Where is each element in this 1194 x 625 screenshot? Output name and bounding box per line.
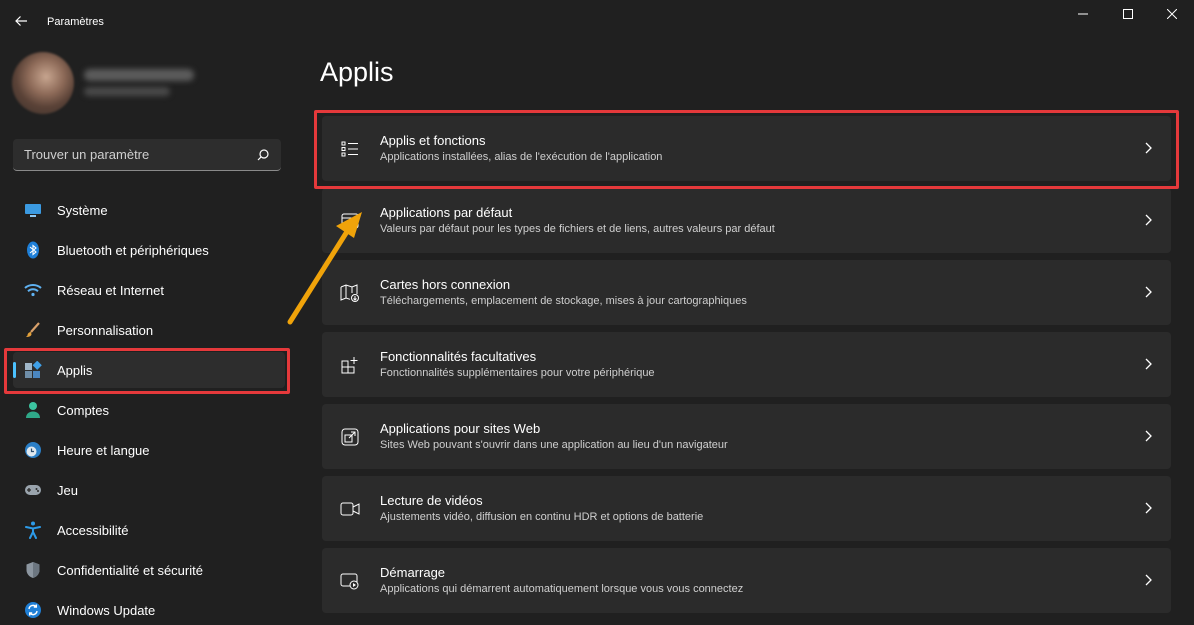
title-bar: Paramètres: [0, 0, 1194, 44]
sidebar-item-systeme[interactable]: Système: [13, 192, 285, 228]
search-icon[interactable]: [255, 147, 271, 163]
sidebar-item-label: Confidentialité et sécurité: [57, 563, 203, 578]
card-title: Démarrage: [380, 565, 446, 580]
card-lecture-de-videos[interactable]: Lecture de vidéos Ajustements vidéo, dif…: [322, 476, 1171, 541]
bluetooth-icon: [24, 241, 42, 259]
monitor-icon: [24, 201, 42, 219]
add-grid-icon: [339, 354, 361, 376]
sidebar-item-heure-langue[interactable]: Heure et langue: [13, 432, 285, 468]
sidebar-item-label: Réseau et Internet: [57, 283, 164, 298]
video-icon: [339, 498, 361, 520]
sidebar-item-label: Accessibilité: [57, 523, 129, 538]
shield-icon: [24, 561, 42, 579]
map-download-icon: [339, 282, 361, 304]
avatar: [12, 52, 74, 114]
sidebar-item-label: Système: [57, 203, 108, 218]
chevron-right-icon: [1141, 213, 1155, 227]
card-subtitle: Applications qui démarrent automatiqueme…: [380, 583, 744, 595]
chevron-right-icon: [1141, 429, 1155, 443]
card-fonctionnalites-facultatives[interactable]: Fonctionnalités facultatives Fonctionnal…: [322, 332, 1171, 397]
accessibility-icon: [24, 521, 42, 539]
maximize-icon: [1123, 9, 1133, 19]
card-title: Applications par défaut: [380, 205, 513, 220]
startup-icon: [339, 570, 361, 592]
sidebar-item-bluetooth[interactable]: Bluetooth et périphériques: [13, 232, 285, 268]
card-subtitle: Valeurs par défaut pour les types de fic…: [380, 223, 775, 235]
page-title: Applis: [320, 57, 394, 87]
card-subtitle: Fonctionnalités supplémentaires pour vot…: [380, 367, 655, 379]
close-button[interactable]: [1162, 4, 1182, 24]
card-title: Fonctionnalités facultatives: [380, 349, 537, 364]
back-button[interactable]: [10, 10, 32, 32]
profile-email-blurred: [84, 87, 170, 96]
search-input[interactable]: [13, 139, 245, 170]
minimize-button[interactable]: [1073, 4, 1093, 24]
sidebar-item-label: Personnalisation: [57, 323, 154, 338]
person-icon: [24, 401, 42, 419]
card-title: Lecture de vidéos: [380, 493, 483, 508]
sidebar-item-reseau[interactable]: Réseau et Internet: [13, 272, 285, 308]
chevron-right-icon: [1141, 501, 1155, 515]
annotation-highlight-applis-et-fonctions: [314, 110, 1179, 189]
sidebar-item-accessibilite[interactable]: Accessibilité: [13, 512, 285, 548]
back-arrow-icon: [15, 16, 27, 26]
gamepad-icon: [24, 481, 42, 499]
card-title: Applications pour sites Web: [380, 421, 541, 436]
search-box[interactable]: [13, 139, 281, 171]
sidebar-item-label: Windows Update: [57, 603, 156, 618]
maximize-button[interactable]: [1118, 4, 1138, 24]
card-subtitle: Téléchargements, emplacement de stockage…: [380, 295, 747, 307]
card-applications-sites-web[interactable]: Applications pour sites Web Sites Web po…: [322, 404, 1171, 469]
card-subtitle: Ajustements vidéo, diffusion en continu …: [380, 511, 704, 523]
sidebar-item-label: Bluetooth et périphériques: [57, 243, 209, 258]
sidebar-item-label: Comptes: [57, 403, 110, 418]
chevron-right-icon: [1141, 285, 1155, 299]
card-applications-par-defaut[interactable]: Applications par défaut Valeurs par défa…: [322, 188, 1171, 253]
user-profile[interactable]: [12, 52, 292, 120]
card-title: Cartes hors connexion: [380, 277, 511, 292]
update-icon: [24, 601, 42, 619]
globe-clock-icon: [24, 441, 42, 459]
card-cartes-hors-connexion[interactable]: Cartes hors connexion Téléchargements, e…: [322, 260, 1171, 325]
sidebar-item-comptes[interactable]: Comptes: [13, 392, 285, 428]
profile-name-blurred: [84, 69, 194, 81]
sidebar-item-jeu[interactable]: Jeu: [13, 472, 285, 508]
sidebar-item-windows-update[interactable]: Windows Update: [13, 592, 285, 625]
sidebar-item-confidentialite[interactable]: Confidentialité et sécurité: [13, 552, 285, 588]
sidebar-item-label: Heure et langue: [57, 443, 150, 458]
open-in-app-icon: [339, 426, 361, 448]
card-subtitle: Sites Web pouvant s'ouvrir dans une appl…: [380, 439, 728, 451]
wifi-icon: [24, 281, 42, 299]
chevron-right-icon: [1141, 573, 1155, 587]
annotation-highlight-applis: [4, 348, 290, 394]
chevron-right-icon: [1141, 357, 1155, 371]
app-title: Paramètres: [47, 16, 104, 28]
sidebar-item-label: Jeu: [57, 483, 78, 498]
minimize-icon: [1078, 13, 1088, 15]
card-demarrage[interactable]: Démarrage Applications qui démarrent aut…: [322, 548, 1171, 613]
default-apps-icon: [339, 210, 361, 232]
brush-icon: [24, 321, 42, 339]
close-icon: [1167, 9, 1177, 19]
sidebar-item-personnalisation[interactable]: Personnalisation: [13, 312, 285, 348]
